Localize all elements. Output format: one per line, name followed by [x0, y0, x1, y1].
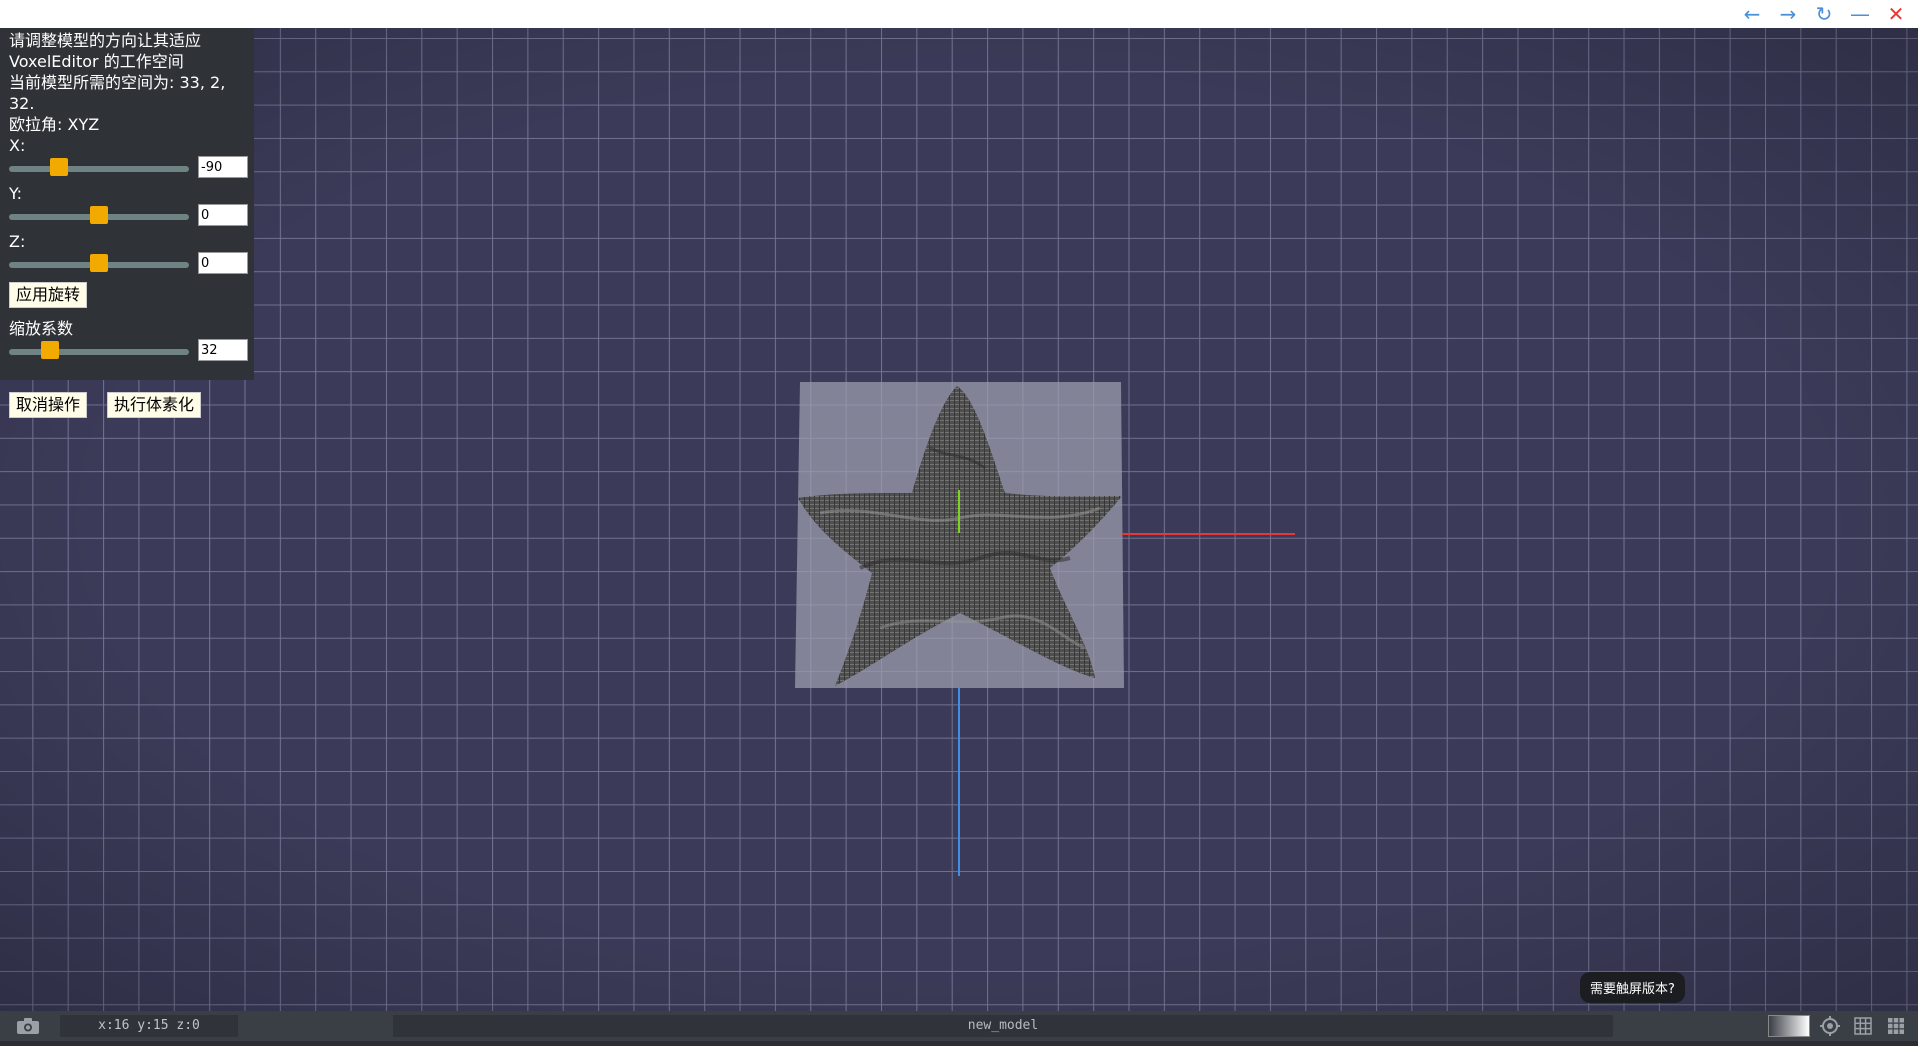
- space-text-2: 32.: [9, 94, 35, 113]
- z-label: Z:: [9, 232, 26, 251]
- voxelize-button[interactable]: 执行体素化: [107, 392, 202, 418]
- x-label: X:: [9, 136, 26, 155]
- y-slider-row: [9, 204, 248, 226]
- x-slider-thumb[interactable]: [50, 158, 68, 176]
- instruction-text-2: VoxelEditor 的工作空间: [9, 52, 184, 71]
- z-slider-row: [9, 252, 248, 274]
- euler-label: 欧拉角: XYZ: [9, 115, 100, 134]
- grid-icon[interactable]: [1853, 1016, 1873, 1036]
- minimize-icon[interactable]: —: [1848, 2, 1872, 26]
- refresh-icon[interactable]: ↻: [1812, 2, 1836, 26]
- space-text-1: 当前模型所需的空间为: 33, 2,: [9, 73, 226, 92]
- x-slider-row: [9, 156, 248, 178]
- scale-slider-row: [9, 339, 248, 361]
- z-slider-thumb[interactable]: [90, 254, 108, 272]
- y-label: Y:: [9, 184, 23, 203]
- color-gradient-swatch[interactable]: [1768, 1015, 1810, 1037]
- camera-icon[interactable]: [16, 1017, 40, 1035]
- tiles-icon[interactable]: [1886, 1016, 1906, 1036]
- back-icon[interactable]: ←: [1740, 2, 1764, 26]
- apply-rotation-button[interactable]: 应用旋转: [9, 282, 88, 308]
- instruction-text-1: 请调整模型的方向让其适应: [9, 31, 202, 50]
- cancel-button[interactable]: 取消操作: [9, 392, 88, 418]
- scale-slider-thumb[interactable]: [41, 341, 59, 359]
- bottom-strip: [0, 1041, 1918, 1046]
- title-bar: ← → ↻ — ✕: [0, 0, 1918, 28]
- touch-version-tooltip[interactable]: 需要触屏版本?: [1580, 972, 1685, 1003]
- apply-row: 应用旋转: [9, 282, 245, 308]
- forward-icon[interactable]: →: [1776, 2, 1800, 26]
- close-icon[interactable]: ✕: [1884, 2, 1908, 26]
- scale-label: 缩放系数: [9, 319, 74, 338]
- 3d-viewport[interactable]: [0, 28, 1918, 1011]
- window-controls: ← → ↻ — ✕: [1740, 2, 1908, 26]
- scale-input[interactable]: [198, 339, 248, 361]
- model-name[interactable]: new_model: [393, 1015, 1613, 1037]
- x-slider[interactable]: [9, 166, 189, 172]
- scale-slider[interactable]: [9, 349, 189, 355]
- action-buttons: 取消操作 执行体素化: [9, 392, 202, 418]
- z-input[interactable]: [198, 252, 248, 274]
- cursor-coordinates: x:16 y:15 z:0: [60, 1015, 238, 1037]
- y-input[interactable]: [198, 204, 248, 226]
- x-input[interactable]: [198, 156, 248, 178]
- y-slider-thumb[interactable]: [90, 206, 108, 224]
- status-bar: x:16 y:15 z:0 new_model: [0, 1011, 1918, 1041]
- scene-canvas[interactable]: [0, 28, 1918, 1011]
- rotation-panel: 请调整模型的方向让其适应 VoxelEditor 的工作空间 当前模型所需的空间…: [0, 28, 254, 380]
- target-icon[interactable]: [1820, 1016, 1840, 1036]
